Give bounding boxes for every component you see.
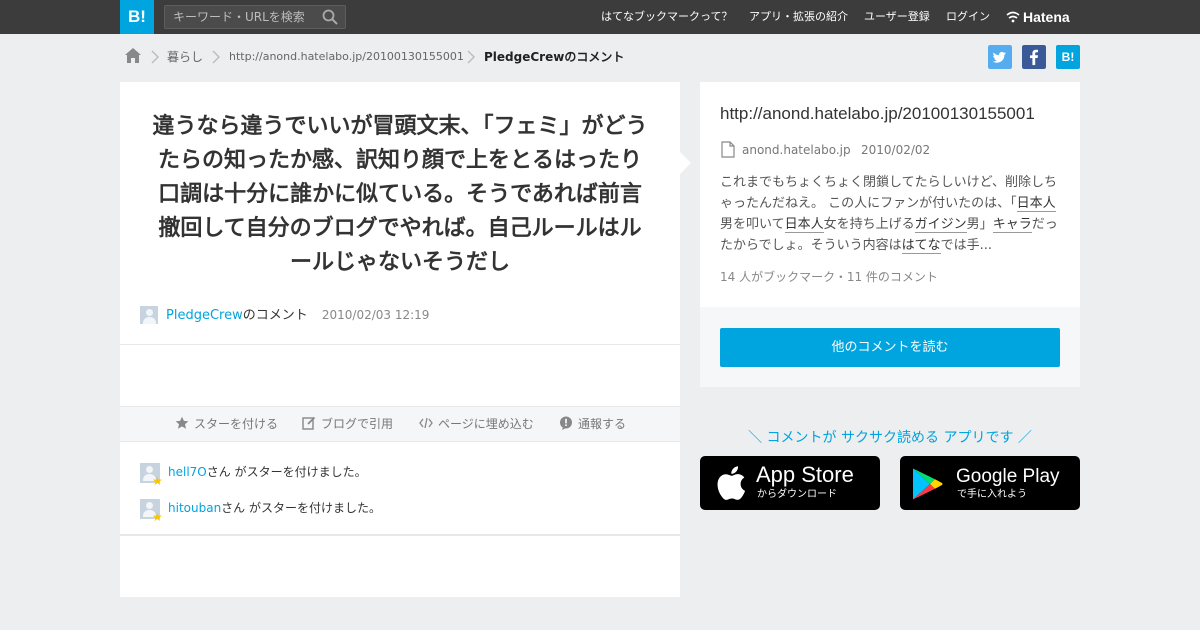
- user-avatar[interactable]: [140, 306, 158, 324]
- document-icon: [721, 141, 735, 158]
- comment-meta: PledgeCrewのコメント 2010/02/03 12:19: [166, 305, 429, 325]
- add-star-label: スターを付ける: [194, 417, 279, 431]
- blog-quote-label: ブログで引用: [321, 417, 394, 431]
- star-entry: hell7Oさん がスターを付けました。: [168, 464, 367, 480]
- edit-icon: [302, 416, 316, 430]
- star-entry: hitoubanさん がスターを付けました。: [168, 500, 381, 516]
- search-input[interactable]: [165, 6, 315, 28]
- search-icon[interactable]: [322, 9, 338, 25]
- star-entry-text: さん がスターを付けました。: [221, 501, 381, 515]
- star-user-link[interactable]: hell7O: [168, 465, 207, 479]
- hatebu-share-button[interactable]: B!: [1056, 45, 1080, 69]
- star-entry-text: さん がスターを付けました。: [206, 465, 367, 479]
- hatena-label: Hatena: [1023, 9, 1070, 25]
- google-play-icon: [913, 468, 943, 500]
- blog-quote-button[interactable]: ブログで引用: [302, 416, 393, 432]
- comment-user-link[interactable]: PledgeCrew: [166, 308, 243, 323]
- embed-button[interactable]: ページに埋め込む: [419, 416, 534, 432]
- entry-date: 2010/02/02: [861, 143, 931, 157]
- comment-text: 違うなら違うでいいが冒頭文末、「フェミ」がどうたらの知ったか感、訳知り顔で上をと…: [152, 114, 648, 275]
- keyword-link[interactable]: ガイジン: [914, 217, 967, 233]
- chevron-right-icon: [467, 50, 475, 64]
- home-icon[interactable]: [124, 47, 142, 64]
- comment-user-suffix: のコメント: [242, 308, 308, 323]
- add-star-button[interactable]: スターを付ける: [175, 416, 278, 432]
- google-play-badge[interactable]: Google Play で手に入れよう: [900, 456, 1080, 510]
- entry-title-link[interactable]: http://anond.hatelabo.jp/20100130155001: [720, 102, 1065, 126]
- app-store-badge[interactable]: App Store からダウンロード: [700, 456, 880, 510]
- divider: [120, 534, 680, 536]
- comment-date: 2010/02/03 12:19: [321, 308, 430, 322]
- report-label: 通報する: [578, 417, 627, 431]
- google-play-subtitle: で手に入れよう: [957, 489, 1027, 500]
- app-store-subtitle: からダウンロード: [757, 489, 837, 500]
- facebook-share-button[interactable]: [1022, 45, 1046, 69]
- divider: [120, 344, 680, 345]
- keyword-link[interactable]: はてな: [901, 238, 941, 254]
- app-store-title: App Store: [756, 462, 854, 487]
- hatebu-logo[interactable]: B!: [120, 0, 154, 34]
- google-play-title: Google Play: [956, 466, 1060, 487]
- breadcrumb-entry[interactable]: http://anond.hatelabo.jp/20100130155001: [229, 48, 464, 66]
- alert-icon: [560, 416, 572, 430]
- nav-apps[interactable]: アプリ・拡張の紹介: [749, 0, 848, 34]
- star-icon: [175, 416, 189, 429]
- star-badge-icon: ★: [152, 510, 163, 524]
- twitter-share-button[interactable]: [988, 45, 1012, 69]
- keyword-link[interactable]: キャラ: [992, 217, 1032, 233]
- entry-domain[interactable]: anond.hatelabo.jp: [742, 142, 851, 158]
- hatena-mark-icon: [1006, 11, 1020, 23]
- keyword-link[interactable]: 日本人: [1016, 196, 1056, 212]
- app-promo-text: ＼ コメントが サクサク読める アプリです ／: [748, 430, 1032, 446]
- search-box[interactable]: [164, 5, 346, 29]
- star-user-link[interactable]: hitouban: [168, 501, 221, 515]
- report-button[interactable]: 通報する: [559, 416, 626, 432]
- apple-icon: [717, 466, 746, 500]
- chevron-right-icon: [151, 50, 159, 64]
- nav-about[interactable]: はてなブックマークって？: [601, 0, 732, 34]
- nav-register[interactable]: ユーザー登録: [864, 0, 930, 34]
- bookmark-counts[interactable]: 14 人がブックマーク・11 件のコメント: [720, 269, 938, 285]
- card-pointer: [680, 152, 691, 174]
- nav-login[interactable]: ログイン: [946, 0, 990, 34]
- breadcrumb-current: PledgeCrewのコメント: [484, 50, 625, 64]
- read-comments-button[interactable]: 他のコメントを読む: [720, 328, 1060, 367]
- breadcrumb-category[interactable]: 暮らし: [167, 48, 203, 66]
- code-icon: [419, 417, 433, 429]
- entry-excerpt: これまでもちょくちょく閉鎖してたらしいけど、削除しちゃったんだねえ。 この人にフ…: [720, 175, 1058, 254]
- hatena-logo[interactable]: Hatena: [1006, 8, 1070, 26]
- chevron-right-icon: [212, 50, 220, 64]
- star-badge-icon: ★: [152, 474, 163, 488]
- embed-label: ページに埋め込む: [438, 417, 534, 431]
- keyword-link[interactable]: 日本人: [784, 217, 824, 233]
